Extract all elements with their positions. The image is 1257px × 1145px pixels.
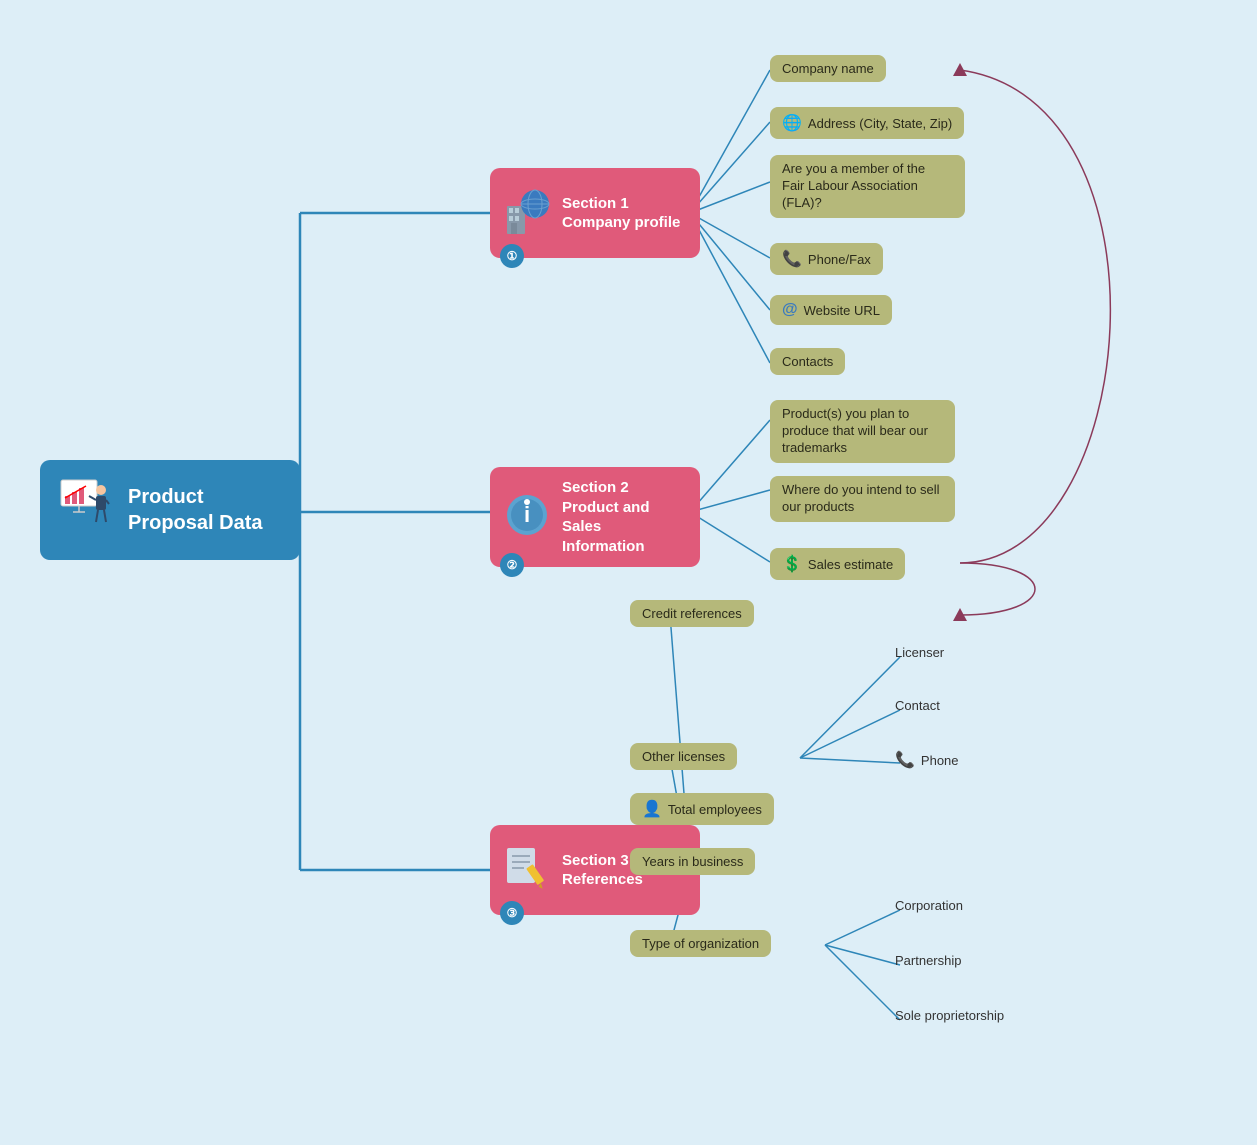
plain-licenser: Licenser: [895, 645, 944, 660]
leaf-sell-products-label: Where do you intend to sell our products: [782, 482, 943, 516]
plain-partnership: Partnership: [895, 953, 961, 968]
section-1-label: Section 1Company profile: [562, 194, 680, 233]
leaf-phone: 📞 Phone/Fax: [770, 243, 883, 275]
leaf-fla-label: Are you a member of theFair Labour Assoc…: [782, 161, 953, 212]
plain-phone: 📞 Phone: [895, 750, 959, 770]
leaf-other-licenses: Other licenses: [630, 743, 737, 770]
leaf-credit-references: Credit references: [630, 600, 754, 627]
leaf-contacts: Contacts: [770, 348, 845, 375]
plain-sole-proprietorship: Sole proprietorship: [895, 1008, 1004, 1023]
at-icon: @: [782, 301, 798, 319]
section-1-number: ①: [500, 244, 524, 268]
plain-corporation-label: Corporation: [895, 898, 963, 913]
leaf-website-label: Website URL: [804, 303, 880, 318]
section-3-number: ③: [500, 901, 524, 925]
leaf-other-licenses-label: Other licenses: [642, 749, 725, 764]
leaf-credit-references-label: Credit references: [642, 606, 742, 621]
leaf-years-in-business-label: Years in business: [642, 854, 743, 869]
leaf-phone-label: Phone/Fax: [808, 252, 871, 267]
plain-corporation: Corporation: [895, 898, 963, 913]
root-node: Product Proposal Data: [40, 460, 300, 560]
plain-phone-label: Phone: [921, 753, 959, 768]
leaf-company-name-label: Company name: [782, 61, 874, 76]
leaf-sales-estimate-label: Sales estimate: [808, 557, 893, 572]
leaf-website: @ Website URL: [770, 295, 892, 325]
mind-map-canvas: Product Proposal Data Section 1Company p…: [0, 0, 1257, 1145]
plain-sole-proprietorship-label: Sole proprietorship: [895, 1008, 1004, 1023]
leaf-type-of-org-label: Type of organization: [642, 936, 759, 951]
leaf-contacts-label: Contacts: [782, 354, 833, 369]
plain-licenser-label: Licenser: [895, 645, 944, 660]
leaf-total-employees: 👤 Total employees: [630, 793, 774, 825]
section-2-node: i Section 2Product and SalesInformation …: [490, 467, 700, 567]
section-2-icon: i: [502, 490, 552, 545]
person-icon: 👤: [642, 799, 662, 819]
leaf-products-trademarks-label: Product(s) you plan to produce that will…: [782, 406, 943, 457]
leaf-sell-products: Where do you intend to sell our products: [770, 476, 955, 522]
globe-icon: 🌐: [782, 113, 802, 133]
leaf-sales-estimate: 💲 Sales estimate: [770, 548, 905, 580]
leaf-company-name: Company name: [770, 55, 886, 82]
plain-contact-label: Contact: [895, 698, 940, 713]
leaf-total-employees-label: Total employees: [668, 802, 762, 817]
section-1-node: Section 1Company profile ①: [490, 168, 700, 258]
leaf-products-trademarks: Product(s) you plan to produce that will…: [770, 400, 955, 463]
leaf-fla: Are you a member of theFair Labour Assoc…: [770, 155, 965, 218]
leaf-type-of-org: Type of organization: [630, 930, 771, 957]
leaf-years-in-business: Years in business: [630, 848, 755, 875]
leaf-address: 🌐 Address (City, State, Zip): [770, 107, 964, 139]
plain-partnership-label: Partnership: [895, 953, 961, 968]
root-icon: [56, 475, 116, 545]
root-label: Product Proposal Data: [128, 484, 284, 536]
svg-text:i: i: [524, 502, 530, 527]
leaf-address-label: Address (City, State, Zip): [808, 116, 952, 131]
plain-contact: Contact: [895, 698, 940, 713]
dollar-icon: 💲: [782, 554, 802, 574]
section-1-icon: [502, 186, 552, 241]
section-2-label: Section 2Product and SalesInformation: [562, 478, 688, 556]
section-3-icon: [502, 843, 552, 898]
section-2-number: ②: [500, 553, 524, 577]
phone-icon: 📞: [782, 249, 802, 269]
